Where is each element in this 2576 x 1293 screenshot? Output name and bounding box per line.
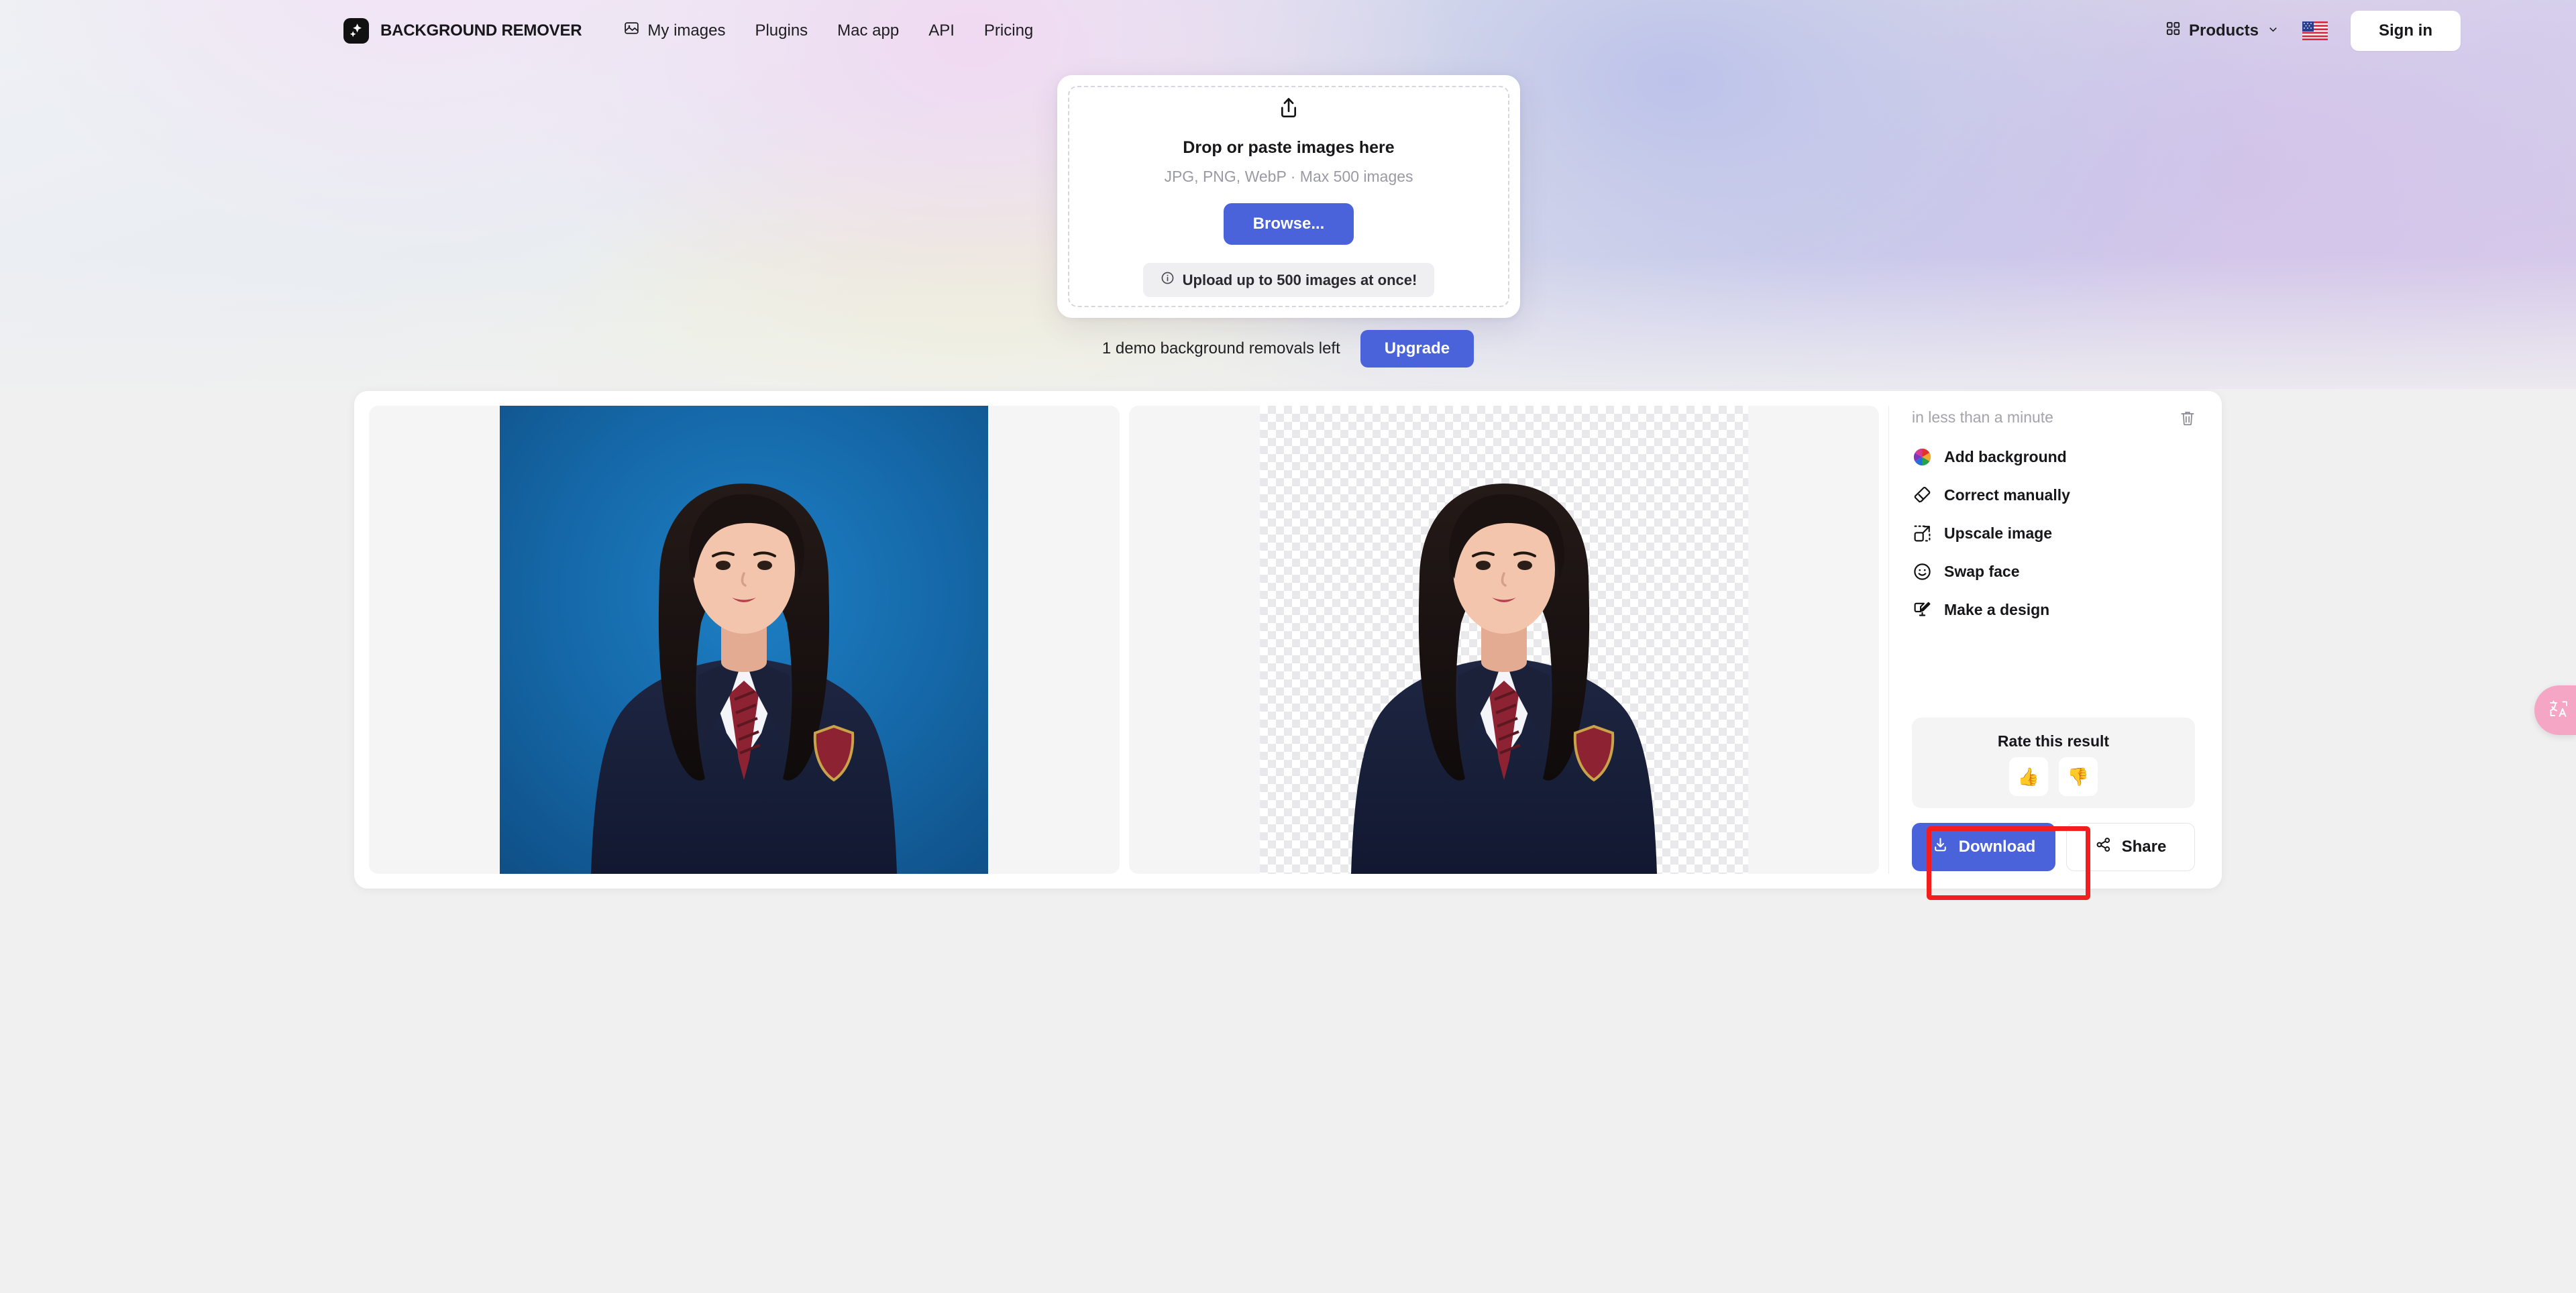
nav-item-pricing[interactable]: Pricing bbox=[984, 21, 1033, 40]
nav-item-plugins[interactable]: Plugins bbox=[755, 21, 808, 40]
action-make-a-design[interactable]: Make a design bbox=[1912, 600, 2207, 620]
share-button[interactable]: Share bbox=[2066, 823, 2195, 871]
download-share-row: Download Share bbox=[1912, 823, 2195, 871]
rate-result-box: Rate this result 👍 👎 bbox=[1912, 718, 2195, 808]
nav-label: Pricing bbox=[983, 21, 1034, 40]
sign-in-button[interactable]: Sign in bbox=[2351, 11, 2461, 51]
share-upload-icon bbox=[1277, 96, 1300, 123]
nav-item-api[interactable]: API bbox=[928, 21, 955, 40]
nav-label: Plugins bbox=[755, 21, 808, 40]
translate-icon bbox=[2547, 698, 2570, 723]
design-monitor-icon bbox=[1912, 600, 1932, 620]
dropzone-title: Drop or paste images here bbox=[1183, 138, 1395, 157]
brand-logo[interactable]: BACKGROUND REMOVER bbox=[343, 18, 582, 44]
color-wheel-icon bbox=[1912, 447, 1932, 467]
nav-label: Mac app bbox=[837, 21, 900, 40]
share-nodes-icon bbox=[2095, 836, 2112, 858]
demo-quota-text: 1 demo background removals left bbox=[1102, 339, 1340, 357]
grid-icon bbox=[2165, 21, 2181, 41]
action-label: Make a design bbox=[1944, 600, 2050, 618]
sparkle-logo-icon bbox=[343, 18, 369, 44]
products-label: Products bbox=[2188, 21, 2259, 40]
action-list: Add background Correct manually Upscale … bbox=[1912, 447, 2207, 620]
brand-name: BACKGROUND REMOVER bbox=[380, 21, 582, 40]
rate-title: Rate this result bbox=[1997, 732, 2110, 750]
upscale-arrow-icon bbox=[1912, 523, 1932, 543]
demo-quota-bar: 1 demo background removals left Upgrade bbox=[0, 330, 2576, 368]
action-correct-manually[interactable]: Correct manually bbox=[1912, 485, 2207, 505]
result-card: in less than a minute Add background Cor… bbox=[354, 391, 2222, 889]
thumbs-down-icon[interactable]: 👎 bbox=[2059, 757, 2098, 796]
action-add-background[interactable]: Add background bbox=[1912, 447, 2207, 467]
site-header: BACKGROUND REMOVER My images Plugins Mac… bbox=[0, 0, 2576, 62]
info-circle-icon bbox=[1161, 271, 1175, 289]
nav-item-my-images[interactable]: My images bbox=[623, 20, 725, 42]
portrait-figure-cutout bbox=[1350, 484, 1657, 874]
action-label: Add background bbox=[1944, 447, 2067, 465]
us-flag-icon[interactable] bbox=[2302, 21, 2328, 40]
action-label: Correct manually bbox=[1944, 486, 2070, 504]
action-upscale-image[interactable]: Upscale image bbox=[1912, 523, 2207, 543]
eraser-icon bbox=[1912, 485, 1932, 505]
action-swap-face[interactable]: Swap face bbox=[1912, 561, 2207, 581]
products-dropdown[interactable]: Products bbox=[2165, 21, 2279, 41]
action-label: Upscale image bbox=[1944, 524, 2053, 542]
trash-icon[interactable] bbox=[2179, 409, 2196, 427]
dropzone[interactable]: Drop or paste images here JPG, PNG, WebP… bbox=[1068, 86, 1509, 307]
browse-button[interactable]: Browse... bbox=[1223, 203, 1354, 245]
status-row: in less than a minute bbox=[1912, 408, 2207, 427]
share-label: Share bbox=[2121, 838, 2167, 856]
page-root: BACKGROUND REMOVER My images Plugins Mac… bbox=[0, 0, 2576, 1293]
upload-card: Drop or paste images here JPG, PNG, WebP… bbox=[1057, 75, 1520, 318]
chevron-down-icon bbox=[2267, 21, 2279, 40]
original-photo bbox=[500, 406, 989, 874]
smiley-face-icon bbox=[1912, 561, 1932, 581]
nav-label: API bbox=[928, 21, 955, 40]
upload-limit-text: Upload up to 500 images at once! bbox=[1182, 271, 1417, 288]
processing-status: in less than a minute bbox=[1912, 408, 2053, 426]
original-image-panel[interactable] bbox=[369, 406, 1120, 874]
result-image-panel[interactable] bbox=[1128, 406, 1879, 874]
rate-buttons: 👍 👎 bbox=[1912, 757, 2195, 796]
result-photo bbox=[1260, 406, 1748, 874]
image-stack-icon bbox=[623, 20, 640, 42]
translate-widget[interactable] bbox=[2534, 685, 2576, 735]
thumbs-up-icon[interactable]: 👍 bbox=[2009, 757, 2048, 796]
download-arrow-icon bbox=[1932, 836, 1949, 858]
header-right-group: Products Sign in bbox=[2165, 11, 2461, 51]
nav-item-mac-app[interactable]: Mac app bbox=[837, 21, 899, 40]
action-label: Swap face bbox=[1944, 562, 2020, 580]
upload-limit-note[interactable]: Upload up to 500 images at once! bbox=[1142, 263, 1435, 297]
main-nav: My images Plugins Mac app API Pricing bbox=[623, 20, 1033, 42]
dropzone-formats: JPG, PNG, WebP · Max 500 images bbox=[1164, 168, 1413, 185]
result-side-panel: in less than a minute Add background Cor… bbox=[1888, 406, 2207, 874]
download-button[interactable]: Download bbox=[1912, 823, 2055, 871]
portrait-figure bbox=[591, 484, 898, 874]
download-label: Download bbox=[1958, 838, 2036, 856]
nav-label: My images bbox=[647, 21, 726, 40]
upgrade-button[interactable]: Upgrade bbox=[1360, 330, 1474, 368]
